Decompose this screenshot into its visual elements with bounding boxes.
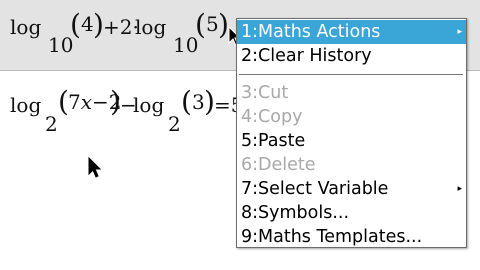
log-argument: 3 <box>192 90 205 114</box>
menu-separator <box>239 74 463 75</box>
menu-item-label: 1:Maths Actions <box>241 22 381 42</box>
menu-item-label: 3:Cut <box>241 83 289 103</box>
menu-item-copy[interactable]: 4:Copy <box>237 105 466 129</box>
menu-item-label: 5:Paste <box>241 131 306 151</box>
log-argument: 5 <box>206 12 219 36</box>
menu-item-paste[interactable]: 5:Paste <box>237 129 466 153</box>
history-entry-2[interactable]: log 2 ( 7x−2 ) − log 2 ( 3 ) =5 <box>0 72 243 136</box>
paren-open: ( <box>195 8 206 41</box>
log-function: log <box>133 93 165 117</box>
arrow-cursor-icon <box>88 157 102 178</box>
menu-item-label: 4:Copy <box>241 107 303 127</box>
log-function: log <box>10 15 42 39</box>
menu-item-select-variable[interactable]: 7:Select Variable ▸ <box>237 177 466 201</box>
menu-item-symbols[interactable]: 8:Symbols... <box>237 201 466 225</box>
context-menu: 1:Maths Actions ▸ 2:Clear History 3:Cut … <box>236 18 467 248</box>
log-function: log <box>10 93 42 117</box>
menu-item-label: 8:Symbols... <box>241 203 350 223</box>
log-base: 2 <box>45 112 58 136</box>
operator: +2· <box>103 15 139 39</box>
paren-open: ( <box>181 85 192 118</box>
menu-item-clear-history[interactable]: 2:Clear History <box>237 44 466 68</box>
menu-item-label: 2:Clear History <box>241 46 372 66</box>
submenu-arrow-icon: ▸ <box>457 184 462 194</box>
menu-item-cut[interactable]: 3:Cut <box>237 81 466 105</box>
menu-item-maths-templates[interactable]: 9:Maths Templates... <box>237 225 466 249</box>
paren-open: ( <box>70 8 81 41</box>
log-base: 2 <box>168 112 181 136</box>
menu-item-label: 9:Maths Templates... <box>241 227 423 247</box>
submenu-arrow-icon: ▸ <box>457 27 462 37</box>
log-argument: 4 <box>81 12 94 36</box>
menu-item-delete[interactable]: 6:Delete <box>237 153 466 177</box>
log-function: log <box>135 15 167 39</box>
menu-item-maths-actions[interactable]: 1:Maths Actions ▸ <box>237 20 466 44</box>
menu-item-label: 7:Select Variable <box>241 179 389 199</box>
menu-item-label: 6:Delete <box>241 155 316 175</box>
